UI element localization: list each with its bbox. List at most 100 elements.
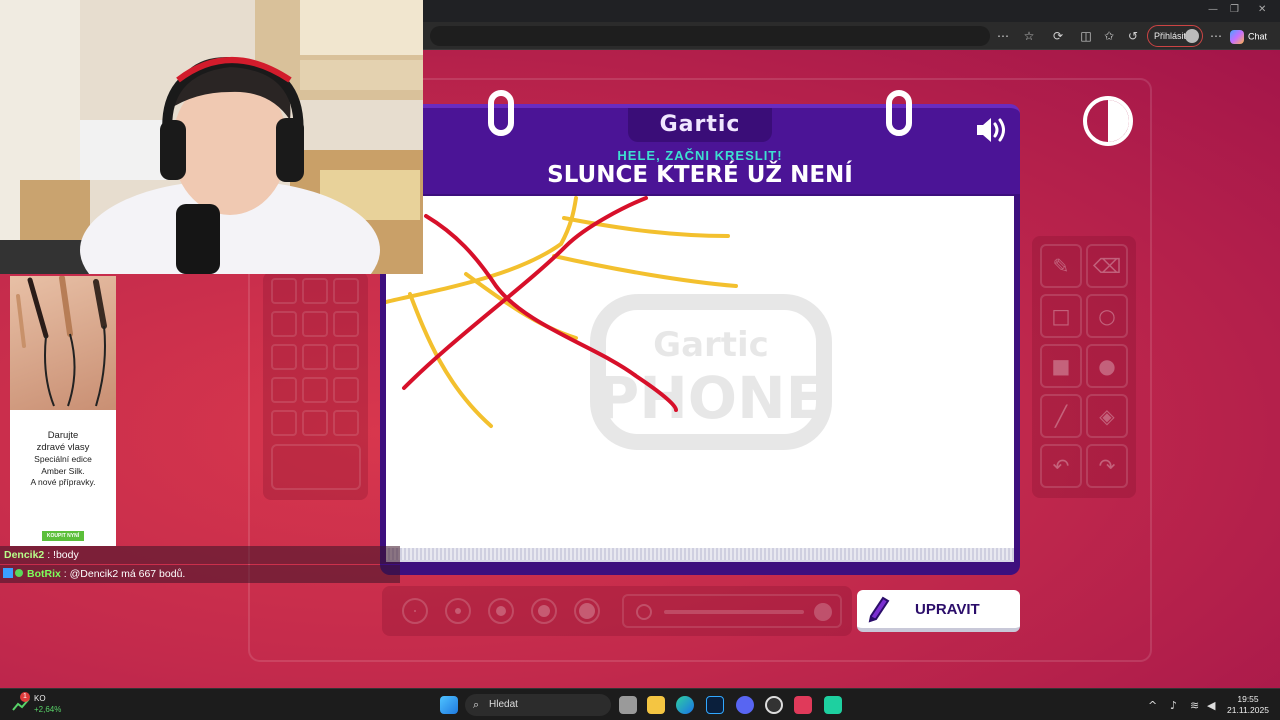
discord-icon[interactable] xyxy=(736,696,754,714)
brush-size-panel xyxy=(382,586,852,636)
more-in-address-icon[interactable]: ⋯ xyxy=(995,28,1011,44)
ad-headline-1: Darujte xyxy=(47,430,79,441)
split-screen-icon[interactable]: ◫ xyxy=(1078,28,1094,44)
rectangle-outline-icon[interactable]: □ xyxy=(1040,294,1082,338)
pencil-tool-icon[interactable]: ✎ xyxy=(1040,244,1082,288)
fill-bucket-icon[interactable]: ◈ xyxy=(1086,394,1128,438)
color-swatch[interactable] xyxy=(271,377,297,403)
webcam-scene xyxy=(0,0,423,274)
stock-name: KO xyxy=(34,694,46,703)
color-swatch[interactable] xyxy=(271,278,297,304)
color-swatch[interactable] xyxy=(271,344,297,370)
moderator-badge-icon xyxy=(3,568,13,578)
edge-browser-icon[interactable] xyxy=(676,696,694,714)
advertisement[interactable]: Darujte zdravé vlasy Speciální edice Amb… xyxy=(10,275,116,546)
address-bar[interactable] xyxy=(430,26,990,46)
color-swatch[interactable] xyxy=(302,377,328,403)
signin-button[interactable]: Přihlásit xyxy=(1147,25,1203,47)
chat-label: Chat xyxy=(1248,31,1268,42)
chat-username: Dencik2 xyxy=(4,549,45,561)
search-icon: ⌕ xyxy=(473,698,480,711)
chat-message: BotRix : @Dencik2 má 667 bodů. xyxy=(0,565,400,583)
verified-badge-icon xyxy=(15,569,23,577)
color-swatch[interactable] xyxy=(333,311,359,337)
ellipse-fill-icon[interactable]: ● xyxy=(1086,344,1128,388)
brush-size-l[interactable] xyxy=(531,598,557,624)
chat-text: @Dencik2 má 667 bodů. xyxy=(69,568,186,580)
chat-message: Dencik2 : !body xyxy=(0,546,400,564)
color-swatch[interactable] xyxy=(271,410,297,436)
maximize-icon[interactable]: ❐ xyxy=(1230,4,1239,15)
drawing-canvas[interactable]: Gartic PHONE xyxy=(384,196,1014,548)
rectangle-fill-icon[interactable]: ■ xyxy=(1040,344,1082,388)
windows-start-icon[interactable] xyxy=(440,696,458,714)
search-placeholder: Hledat xyxy=(489,699,518,710)
tray-overflow-icon[interactable]: ^ xyxy=(1148,699,1157,712)
ad-cta-button[interactable]: KOUPIT NYNÍ xyxy=(42,531,84,541)
steam-icon[interactable] xyxy=(765,696,783,714)
task-subtitle: HELE, ZAČNI KRESLIT! xyxy=(617,148,783,163)
task-view-icon[interactable] xyxy=(619,696,637,714)
history-icon[interactable]: ↺ xyxy=(1125,28,1141,44)
favorite-star-icon[interactable]: ☆ xyxy=(1021,28,1037,44)
ad-line-3: A nové přípravky. xyxy=(30,477,96,487)
brush-size-xs[interactable] xyxy=(402,598,428,624)
undo-icon[interactable]: ↶ xyxy=(1040,444,1082,488)
canvas-drawing: Gartic PHONE xyxy=(384,196,832,450)
color-swatch[interactable] xyxy=(302,311,328,337)
streamlabs-icon[interactable] xyxy=(824,696,842,714)
gartic-logo: Gartic xyxy=(628,108,772,142)
color-swatch[interactable] xyxy=(333,377,359,403)
custom-color-button[interactable] xyxy=(271,444,361,490)
edit-button-label: UPRAVIT xyxy=(915,601,980,618)
color-swatch[interactable] xyxy=(302,410,328,436)
taskbar-search[interactable]: ⌕ Hledat xyxy=(465,694,611,716)
color-swatch[interactable] xyxy=(333,278,359,304)
color-swatch[interactable] xyxy=(271,311,297,337)
system-clock[interactable]: 19:55 21.11.2025 xyxy=(1226,694,1270,716)
close-icon[interactable]: ✕ xyxy=(1258,4,1266,15)
settings-more-icon[interactable]: ⋯ xyxy=(1208,28,1224,44)
paper-edge xyxy=(386,548,1014,562)
wifi-icon[interactable]: ≋ xyxy=(1190,699,1199,712)
microphone-icon[interactable]: ♪ xyxy=(1170,699,1177,712)
ad-product-image xyxy=(10,275,116,410)
chat-username: BotRix xyxy=(27,568,61,580)
signin-label: Přihlásit xyxy=(1154,31,1187,41)
redo-icon[interactable]: ↷ xyxy=(1086,444,1128,488)
theme-toggle-icon[interactable] xyxy=(1083,96,1133,146)
brush-size-xl[interactable] xyxy=(574,598,600,624)
volume-icon[interactable]: ◀ xyxy=(1207,699,1215,712)
edit-button[interactable]: UPRAVIT xyxy=(857,590,1020,632)
color-swatch[interactable] xyxy=(333,410,359,436)
stock-change: +2,64% xyxy=(34,705,62,714)
stock-widget-icon[interactable]: 1 xyxy=(12,692,30,714)
color-swatch[interactable] xyxy=(302,278,328,304)
brush-size-m[interactable] xyxy=(488,598,514,624)
copilot-chat-button[interactable]: Chat xyxy=(1230,26,1276,46)
line-tool-icon[interactable]: ╱ xyxy=(1040,394,1082,438)
windows-taskbar: 1 KO +2,64% ⌕ Hledat ^ ♪ ≋ ◀ 19:55 21.11… xyxy=(0,688,1280,720)
tiktok-icon[interactable] xyxy=(794,696,812,714)
ellipse-outline-icon[interactable]: ○ xyxy=(1086,294,1128,338)
ad-headline-2: zdravé vlasy xyxy=(36,442,90,453)
brush-size-s[interactable] xyxy=(445,598,471,624)
chat-separator: : xyxy=(44,549,54,561)
minimize-icon[interactable]: — xyxy=(1208,4,1218,15)
color-swatch[interactable] xyxy=(333,344,359,370)
color-swatch[interactable] xyxy=(302,344,328,370)
clock-date: 21.11.2025 xyxy=(1227,705,1269,715)
file-explorer-icon[interactable] xyxy=(647,696,665,714)
drawing-prompt: SLUNCE KTERÉ UŽ NENÍ xyxy=(547,162,853,188)
sound-icon[interactable] xyxy=(975,116,1009,144)
drawing-tools-panel: ✎ ⌫ □ ○ ■ ● ╱ ◈ ↶ ↷ xyxy=(1032,236,1136,498)
photoshop-icon[interactable] xyxy=(706,696,724,714)
opacity-slider[interactable] xyxy=(622,594,842,628)
chat-text: !body xyxy=(53,549,79,561)
webcam-overlay xyxy=(0,0,423,274)
favorites-icon[interactable]: ✩ xyxy=(1101,28,1117,44)
stock-widget[interactable]: KO +2,64% xyxy=(34,693,61,715)
eraser-tool-icon[interactable]: ⌫ xyxy=(1086,244,1128,288)
extensions-icon[interactable]: ⟳ xyxy=(1050,28,1066,44)
pencil-icon xyxy=(868,596,890,623)
